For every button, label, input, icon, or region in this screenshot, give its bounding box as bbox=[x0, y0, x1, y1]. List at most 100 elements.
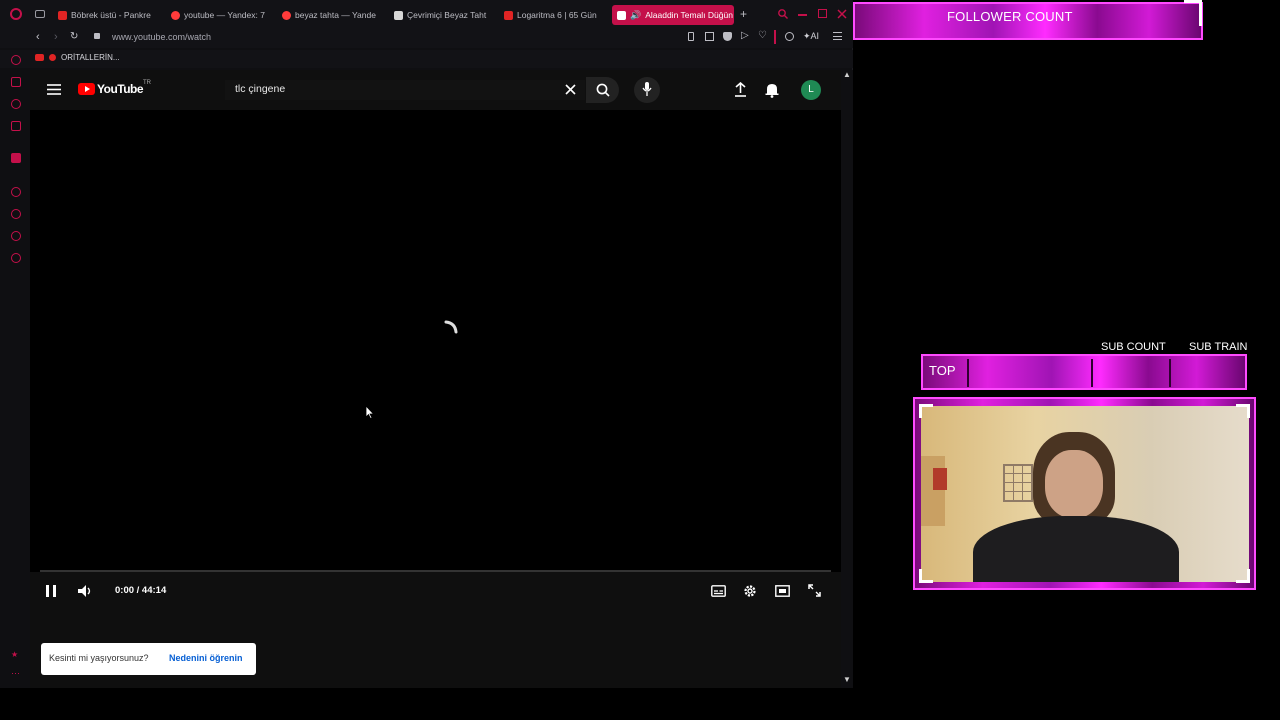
speaker-icon[interactable]: 🔊 bbox=[630, 10, 641, 21]
heart-icon[interactable]: ♡ bbox=[758, 30, 767, 41]
webcam-feed bbox=[921, 406, 1249, 582]
aria-icon[interactable] bbox=[11, 77, 21, 87]
cam-corner-br bbox=[1236, 569, 1250, 583]
whiteboard-favicon-icon bbox=[394, 10, 403, 20]
profile-icon[interactable] bbox=[785, 32, 794, 41]
overlay-corner bbox=[1184, 0, 1202, 26]
bookmark-favicon-icon bbox=[49, 54, 56, 61]
search-input[interactable]: tlc çingene bbox=[225, 80, 585, 100]
top-label: TOP bbox=[929, 363, 956, 378]
tab-youtube-yandex[interactable]: youtube — Yandex: 7 bbox=[171, 5, 271, 25]
scroll-up-arrow-icon[interactable]: ▲ bbox=[843, 70, 851, 79]
tab-cevrimici[interactable]: Çevrimiçi Beyaz Taht bbox=[394, 5, 494, 25]
scrollbar[interactable] bbox=[841, 70, 853, 688]
reload-icon[interactable]: ↻ bbox=[70, 31, 78, 42]
pause-icon[interactable] bbox=[46, 585, 56, 597]
tab-label: Logaritma 6 | 65 Gün bbox=[517, 10, 597, 20]
messenger-icon[interactable] bbox=[11, 99, 21, 109]
more-icon[interactable]: ⋯ bbox=[11, 668, 20, 679]
search-value: tlc çingene bbox=[235, 83, 286, 95]
person-body bbox=[973, 516, 1179, 582]
notifications-bell-icon[interactable] bbox=[765, 82, 779, 98]
youtube-favicon-icon bbox=[58, 10, 67, 20]
minimize-icon[interactable] bbox=[798, 14, 807, 16]
mail-icon[interactable] bbox=[11, 121, 21, 131]
sub-train-label: SUB TRAIN bbox=[1189, 341, 1248, 353]
youtube-favicon-icon bbox=[617, 10, 626, 20]
cam-corner-bl bbox=[919, 569, 933, 583]
window-grid bbox=[1003, 464, 1033, 502]
youtube-header: YouTube TR tlc çingene L bbox=[30, 70, 841, 110]
history-icon[interactable] bbox=[11, 55, 21, 65]
fullscreen-icon[interactable] bbox=[808, 584, 821, 597]
tab-bar: Böbrek üstü - Pankre youtube — Yandex: 7… bbox=[0, 0, 853, 28]
tab-logaritma[interactable]: Logaritma 6 | 65 Gün bbox=[504, 5, 604, 25]
cam-corner-tl bbox=[919, 404, 933, 418]
avatar-letter: L bbox=[808, 84, 814, 95]
bookmarks-bar: ORİTALLERİN... bbox=[0, 50, 853, 68]
workspaces-icon[interactable] bbox=[35, 10, 45, 18]
bookmark-item[interactable]: ORİTALLERİN... bbox=[61, 53, 120, 62]
theater-mode-icon[interactable] bbox=[775, 585, 790, 597]
person-face bbox=[1045, 450, 1103, 518]
segment-divider bbox=[967, 359, 969, 387]
forward-icon[interactable]: › bbox=[54, 31, 58, 43]
maximize-icon[interactable] bbox=[818, 9, 827, 18]
follower-count-label: FOLLOWER COUNT bbox=[947, 9, 1073, 24]
extensions-icon[interactable]: ★ bbox=[11, 650, 18, 659]
microphone-icon bbox=[642, 82, 652, 96]
ai-icon[interactable]: ✦AI bbox=[803, 31, 819, 42]
tab-label: youtube — Yandex: 7 bbox=[184, 10, 265, 20]
tab-label: Böbrek üstü - Pankre bbox=[71, 10, 151, 20]
opera-logo-icon[interactable] bbox=[10, 8, 22, 20]
subtitles-icon[interactable] bbox=[711, 585, 726, 597]
player-icon[interactable] bbox=[11, 187, 21, 197]
twitch-icon[interactable] bbox=[11, 153, 21, 163]
segment-divider bbox=[1169, 359, 1171, 387]
new-tab-icon[interactable]: + bbox=[740, 7, 747, 21]
play-triangle-icon bbox=[85, 86, 90, 92]
url-field[interactable]: www.youtube.com/watch bbox=[112, 32, 211, 42]
tab-beyaz-tahta[interactable]: beyaz tahta — Yande bbox=[282, 5, 382, 25]
tab-label: Çevrimiçi Beyaz Taht bbox=[407, 10, 487, 20]
sub-count-label: SUB COUNT bbox=[1101, 341, 1166, 353]
address-bar: ‹ › ↻ www.youtube.com/watch ▷ ♡ ✦AI bbox=[0, 28, 853, 48]
red-object bbox=[933, 468, 947, 490]
shield-icon[interactable] bbox=[723, 32, 732, 41]
yandex-favicon-icon bbox=[171, 10, 180, 20]
youtube-page: YouTube TR tlc çingene L 0:00 / 44:14 Ke… bbox=[30, 70, 841, 688]
learn-why-link[interactable]: Nedenini öğrenin bbox=[169, 653, 243, 663]
player-controls: 0:00 / 44:14 bbox=[30, 570, 841, 610]
pinboard-icon[interactable] bbox=[11, 231, 21, 241]
interruption-toast: Kesinti mi yaşıyorsunuz? Nedenini öğreni… bbox=[41, 643, 256, 675]
tab-label: beyaz tahta — Yande bbox=[295, 10, 376, 20]
search-tabs-icon[interactable] bbox=[778, 9, 788, 19]
cam-corner-tr bbox=[1236, 404, 1250, 418]
volume-icon[interactable] bbox=[78, 585, 92, 597]
scroll-down-arrow-icon[interactable]: ▼ bbox=[843, 675, 851, 684]
close-window-icon[interactable] bbox=[837, 9, 847, 19]
send-icon[interactable]: ▷ bbox=[741, 30, 749, 41]
avatar[interactable]: L bbox=[801, 80, 821, 100]
upload-icon[interactable] bbox=[734, 82, 747, 97]
ai-label: AI bbox=[810, 31, 820, 41]
pin-icon[interactable] bbox=[688, 32, 694, 41]
sub-goal-bar: TOP bbox=[921, 354, 1247, 390]
youtube-favicon-icon bbox=[504, 10, 513, 20]
clock-icon[interactable] bbox=[11, 209, 21, 219]
video-player[interactable]: 0:00 / 44:14 bbox=[30, 110, 841, 597]
time-display: 0:00 / 44:14 bbox=[115, 585, 167, 596]
tab-alaaddin-active[interactable]: 🔊 Alaaddin Temalı Düğün bbox=[612, 5, 734, 25]
progress-bar[interactable] bbox=[40, 570, 831, 572]
wall-shelf bbox=[921, 456, 945, 526]
settings-icon[interactable] bbox=[11, 253, 21, 263]
back-icon[interactable]: ‹ bbox=[36, 31, 40, 43]
youtube-favicon-icon bbox=[35, 54, 44, 61]
hamburger-menu-icon[interactable] bbox=[47, 84, 61, 95]
youtube-logo-text: YouTube bbox=[97, 82, 144, 96]
tab-bobrek[interactable]: Böbrek üstü - Pankre bbox=[58, 5, 158, 25]
settings-gear-icon[interactable] bbox=[743, 584, 757, 598]
segment-divider bbox=[1091, 359, 1093, 387]
snapshot-icon[interactable] bbox=[705, 32, 714, 41]
clear-search-icon[interactable] bbox=[565, 84, 576, 95]
